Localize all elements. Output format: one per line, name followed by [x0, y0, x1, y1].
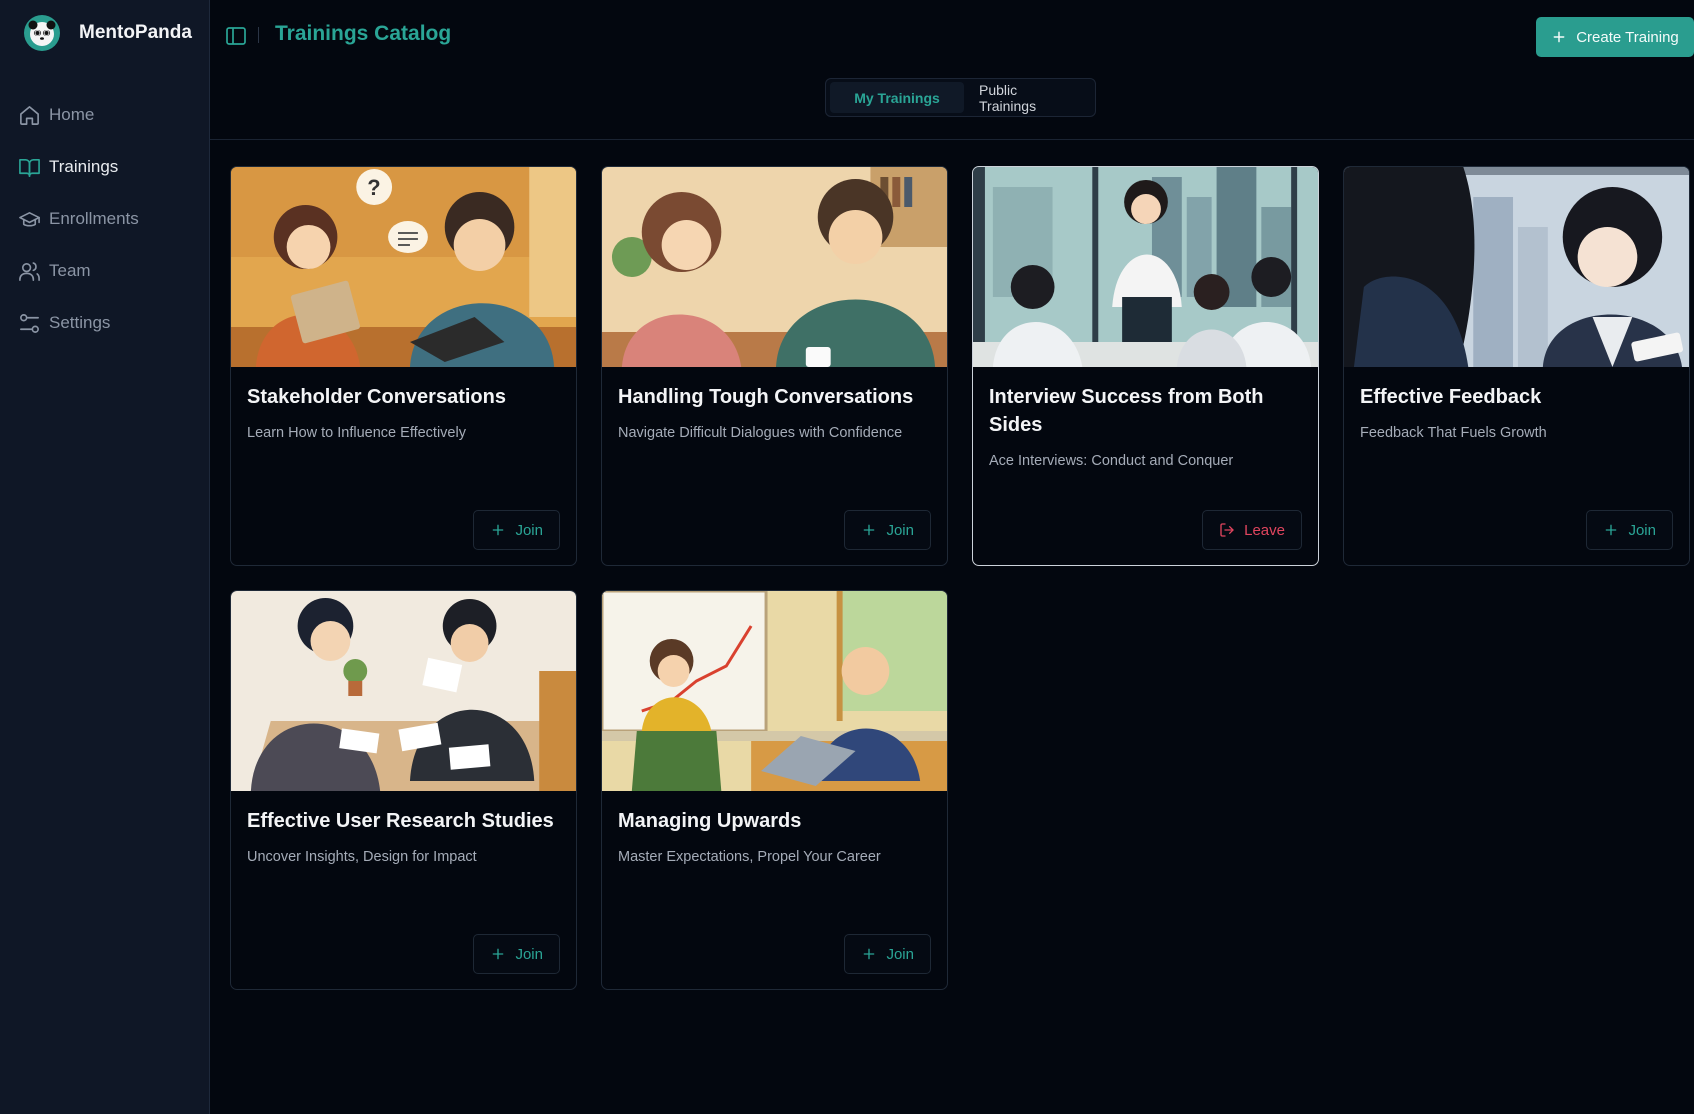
training-title: Effective Feedback	[1360, 386, 1542, 408]
panda-logo	[24, 15, 60, 51]
join-button[interactable]: Join	[473, 934, 560, 974]
sidebar-item-label: Enrollments	[49, 209, 139, 228]
training-image	[602, 591, 947, 791]
svg-text:?: ?	[367, 175, 380, 200]
sidebar-item-home[interactable]: Home	[0, 89, 209, 141]
plus-icon	[493, 524, 504, 536]
join-button[interactable]: Join	[844, 934, 931, 974]
training-title: Effective User Research Studies	[247, 810, 554, 832]
training-title: Stakeholder Conversations	[247, 386, 506, 408]
sidebar-item-label: Home	[49, 105, 95, 124]
sidebar-nav: Home Trainings Enrollments Team Settings	[0, 89, 209, 349]
training-title: Interview Success from Both Sides	[989, 386, 1264, 436]
sidebar-item-label: Trainings	[49, 157, 119, 176]
join-label: Join	[886, 945, 914, 963]
sliders-icon	[20, 313, 39, 333]
sidebar-item-team[interactable]: Team	[0, 245, 209, 297]
training-card[interactable]: ? Stakeholder Conversations Learn How to…	[230, 166, 577, 566]
training-subtitle: Uncover Insights, Design for Impact	[247, 849, 477, 865]
join-label: Join	[886, 521, 914, 539]
sidebar-toggle-button[interactable]	[224, 24, 248, 48]
training-title: Handling Tough Conversations	[618, 386, 914, 408]
tab-my-trainings[interactable]: My Trainings	[830, 82, 965, 113]
training-card[interactable]: Effective User Research Studies Uncover …	[230, 590, 577, 990]
app-shell: MentoPanda Home Trainings Enrollments Te…	[0, 0, 1694, 1114]
training-tabs: My Trainings Public Trainings	[825, 78, 1096, 117]
tab-public-trainings[interactable]: Public Trainings	[964, 82, 1091, 114]
header-divider	[258, 27, 259, 43]
training-subtitle: Learn How to Influence Effectively	[247, 425, 466, 441]
panel-left-icon	[226, 27, 246, 45]
sidebar-item-settings[interactable]: Settings	[0, 297, 209, 349]
join-button[interactable]: Join	[473, 510, 560, 550]
training-subtitle: Navigate Difficult Dialogues with Confid…	[618, 425, 903, 441]
sidebar-item-trainings[interactable]: Trainings	[0, 141, 209, 193]
main-content: Trainings Catalog Create Training My Tra…	[210, 0, 1694, 1114]
brand[interactable]: MentoPanda	[0, 14, 209, 52]
plus-icon	[493, 948, 504, 960]
training-image	[602, 167, 947, 367]
training-card[interactable]: Effective Feedback Feedback That Fuels G…	[1343, 166, 1690, 566]
plus-icon	[1606, 524, 1617, 536]
top-bar: Trainings Catalog Create Training My Tra…	[210, 0, 1694, 140]
join-label: Join	[515, 945, 543, 963]
sidebar: MentoPanda Home Trainings Enrollments Te…	[0, 0, 210, 1114]
training-card[interactable]: Managing Upwards Master Expectations, Pr…	[601, 590, 948, 990]
create-training-button[interactable]: Create Training	[1536, 17, 1694, 57]
log-out-icon	[1220, 523, 1234, 537]
training-subtitle: Feedback That Fuels Growth	[1360, 425, 1547, 441]
training-image	[1344, 167, 1689, 367]
app-name: MentoPanda	[79, 22, 192, 43]
graduation-cap-icon	[19, 211, 40, 227]
training-image	[231, 591, 576, 791]
page-title: Trainings Catalog	[275, 22, 452, 45]
join-label: Join	[515, 521, 543, 539]
home-icon	[20, 105, 39, 125]
leave-label: Leave	[1244, 521, 1285, 539]
sidebar-item-label: Settings	[49, 313, 111, 332]
sidebar-item-enrollments[interactable]: Enrollments	[0, 193, 209, 245]
training-card[interactable]: Handling Tough Conversations Navigate Di…	[601, 166, 948, 566]
join-label: Join	[1628, 521, 1656, 539]
plus-icon	[864, 948, 875, 960]
users-icon	[19, 261, 40, 281]
training-subtitle: Master Expectations, Propel Your Career	[618, 849, 881, 865]
join-button[interactable]: Join	[844, 510, 931, 550]
plus-icon	[864, 524, 875, 536]
plus-icon	[1553, 31, 1565, 43]
training-card[interactable]: Interview Success from Both Sides Ace In…	[972, 166, 1319, 566]
training-subtitle: Ace Interviews: Conduct and Conquer	[989, 453, 1234, 469]
join-button[interactable]: Join	[1586, 510, 1673, 550]
training-image	[973, 167, 1318, 367]
create-training-label: Create Training	[1576, 28, 1679, 46]
sidebar-item-label: Team	[49, 261, 91, 280]
training-title: Managing Upwards	[618, 810, 802, 832]
book-icon	[19, 158, 40, 177]
training-image: ?	[231, 167, 576, 367]
leave-button[interactable]: Leave	[1202, 510, 1302, 550]
